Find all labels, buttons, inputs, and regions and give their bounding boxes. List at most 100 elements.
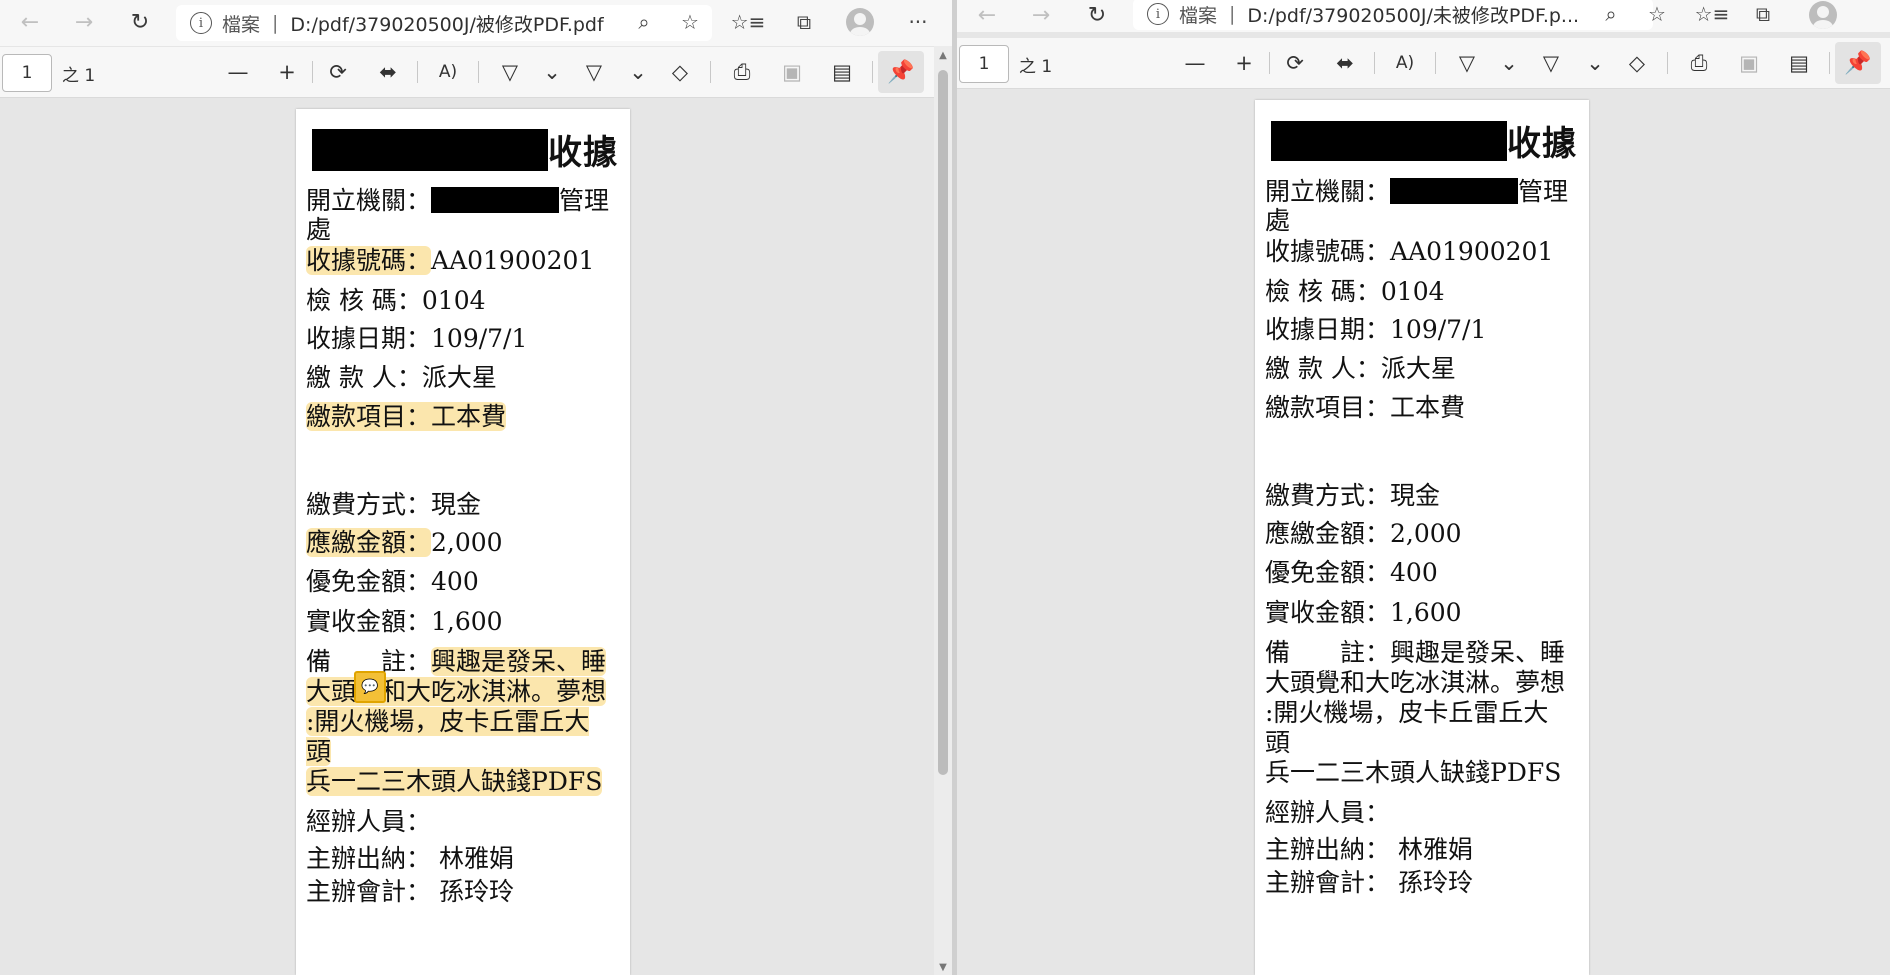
receipt-number-value: AA01900201 [431, 246, 595, 275]
read-aloud-icon[interactable]: A) [432, 56, 464, 88]
refresh-icon[interactable]: ↻ [1079, 0, 1115, 33]
discount-value: 400 [431, 567, 479, 596]
toolbar-divider [312, 61, 313, 83]
rotate-icon[interactable]: ⟳ [322, 56, 354, 88]
remarks-text-3[interactable]: :開火機場，皮卡丘雷丘大頭 [306, 707, 590, 766]
receipt-number-label[interactable]: 收據號碼： [306, 246, 432, 275]
draw-icon[interactable]: ▽ [1451, 47, 1483, 79]
highlight-options-chevron-icon[interactable]: ⌄ [622, 56, 654, 88]
payment-item-highlight[interactable]: 繳款項目：工本費 [306, 402, 507, 431]
draw-options-chevron-icon[interactable]: ⌄ [536, 56, 568, 88]
scroll-up-icon[interactable]: ▲ [937, 50, 949, 61]
check-code-value: 0104 [1380, 277, 1445, 306]
draw-icon[interactable]: ▽ [494, 56, 526, 88]
amount-due-label[interactable]: 應繳金額： [306, 528, 432, 557]
erase-icon[interactable]: ◇ [1621, 47, 1653, 79]
actual-amount-value: 1,600 [1390, 598, 1462, 627]
cashier-value: 林雅娟 [438, 844, 514, 873]
collections-icon[interactable]: ⧉ [1747, 0, 1779, 30]
save-as-icon[interactable]: ▤ [826, 56, 858, 88]
zoom-in-icon[interactable]: + [1228, 47, 1260, 79]
avatar[interactable] [846, 8, 874, 36]
info-icon[interactable]: i [190, 12, 212, 34]
info-icon[interactable]: i [1147, 3, 1169, 25]
agency-label: 開立機關： [306, 186, 432, 215]
zoom-icon[interactable]: ⌕ [1595, 0, 1627, 30]
highlight-icon[interactable]: ▽ [578, 56, 610, 88]
zoom-in-icon[interactable]: + [271, 56, 303, 88]
save-icon[interactable]: ▣ [1733, 47, 1765, 79]
scrollbar-thumb[interactable] [938, 70, 948, 775]
url-scheme: 檔案 [222, 13, 261, 36]
remarks-label: 備 註： [1265, 638, 1391, 667]
remarks-line-4: 兵一二三木頭人缺錢PDFS [1265, 758, 1562, 787]
discount-line: 優免金額：400 [306, 567, 479, 597]
remarks-text-4[interactable]: 兵一二三木頭人缺錢PDFS [306, 767, 603, 796]
favorites-list-icon[interactable]: ☆≡ [731, 6, 766, 38]
toolbar-divider [478, 61, 479, 83]
fit-page-icon[interactable]: ⬌ [372, 56, 404, 88]
remarks-line-3: :開火機場，皮卡丘雷丘大頭 [306, 707, 614, 767]
discount-value: 400 [1390, 558, 1438, 587]
highlight-icon[interactable]: ▽ [1535, 47, 1567, 79]
toolbar-divider [710, 61, 711, 83]
draw-options-chevron-icon[interactable]: ⌄ [1493, 47, 1525, 79]
favorite-star-icon[interactable]: ☆ [1641, 0, 1673, 30]
remarks-text-1: 興趣是發呆、睡 [1390, 638, 1566, 667]
refresh-icon[interactable]: ↻ [122, 4, 158, 40]
collections-icon[interactable]: ⧉ [788, 6, 820, 38]
zoom-icon[interactable]: ⌕ [628, 6, 660, 38]
favorite-star-icon[interactable]: ☆ [674, 6, 706, 38]
page-number-input[interactable]: 1 [959, 45, 1009, 83]
forward-icon[interactable]: → [1023, 0, 1059, 33]
left-address-bar: ← → ↻ i 檔案 | D:/pdf/379020500J/被修改PDF.pd… [0, 0, 952, 46]
redaction-box [1390, 178, 1519, 204]
receipt-date-line: 收據日期：109/7/1 [306, 324, 527, 354]
highlight-options-chevron-icon[interactable]: ⌄ [1579, 47, 1611, 79]
print-icon[interactable]: ⎙ [1683, 47, 1715, 79]
pin-toolbar-icon[interactable]: 📌 [1835, 42, 1881, 84]
remarks-text-1[interactable]: 興趣是發呆、睡 [431, 647, 607, 676]
scroll-down-icon[interactable]: ▼ [937, 962, 949, 973]
read-aloud-icon[interactable]: A) [1389, 47, 1421, 79]
avatar[interactable] [1809, 1, 1837, 29]
more-menu-icon[interactable]: ··· [902, 6, 934, 38]
remarks-line-1: 備 註：興趣是發呆、睡 [1265, 638, 1573, 668]
print-icon[interactable]: ⎙ [726, 56, 758, 88]
forward-icon[interactable]: → [66, 4, 102, 40]
check-code-line: 檢 核 碼：0104 [306, 286, 486, 316]
cashier-value: 林雅娟 [1397, 835, 1473, 864]
remarks-text-2[interactable]: 大頭覺和大吃冰淇淋。夢想 [306, 677, 607, 706]
payment-item-label: 繳款項目： [306, 402, 432, 431]
pin-toolbar-icon[interactable]: 📌 [878, 51, 924, 93]
zoom-out-icon[interactable]: — [1179, 47, 1211, 79]
save-icon[interactable]: ▣ [776, 56, 808, 88]
vertical-scrollbar[interactable]: ▲ ▼ [934, 46, 952, 975]
agency-suffix: 管理 [559, 186, 610, 215]
remarks-line-1: 備 註：興趣是發呆、睡 [306, 647, 614, 677]
page-number-input[interactable]: 1 [2, 54, 52, 92]
receipt-title-row: 收據 [1271, 116, 1577, 165]
url-path: D:/pdf/379020500J/被修改PDF.pdf [290, 13, 604, 36]
discount-label: 優免金額： [1265, 558, 1391, 587]
receipt-date-label: 收據日期： [1265, 315, 1391, 344]
back-icon[interactable]: ← [12, 4, 48, 40]
fit-page-icon[interactable]: ⬌ [1329, 47, 1361, 79]
save-as-icon[interactable]: ▤ [1783, 47, 1815, 79]
payment-method-line: 繳費方式：現金 [1265, 481, 1440, 511]
back-icon[interactable]: ← [969, 0, 1005, 33]
url-field[interactable]: i 檔案 | D:/pdf/379020500J/未被修改PDF.p... [1133, 0, 1653, 30]
cashier-label: 主辦出納： [306, 844, 432, 873]
left-browser-window: ← → ↻ i 檔案 | D:/pdf/379020500J/被修改PDF.pd… [0, 0, 952, 975]
favorites-list-icon[interactable]: ☆≡ [1695, 0, 1730, 30]
redaction-box [312, 128, 548, 171]
pdf-page: 收據 開立機關： 管理 處 收據號碼：AA01900201 檢 核 碼：0104 … [296, 109, 630, 975]
erase-icon[interactable]: ◇ [664, 56, 696, 88]
toolbar-divider [1667, 52, 1668, 74]
cashier-line: 主辦出納： 林雅娟 [306, 844, 514, 874]
zoom-out-icon[interactable]: — [222, 56, 254, 88]
comment-icon[interactable]: 💬 [354, 671, 386, 703]
rotate-icon[interactable]: ⟳ [1279, 47, 1311, 79]
amount-due-value: 2,000 [431, 528, 503, 557]
remarks-block: 備 註：興趣是發呆、睡 大頭覺和大吃冰淇淋。夢想 :開火機場，皮卡丘雷丘大頭 兵… [306, 647, 614, 797]
